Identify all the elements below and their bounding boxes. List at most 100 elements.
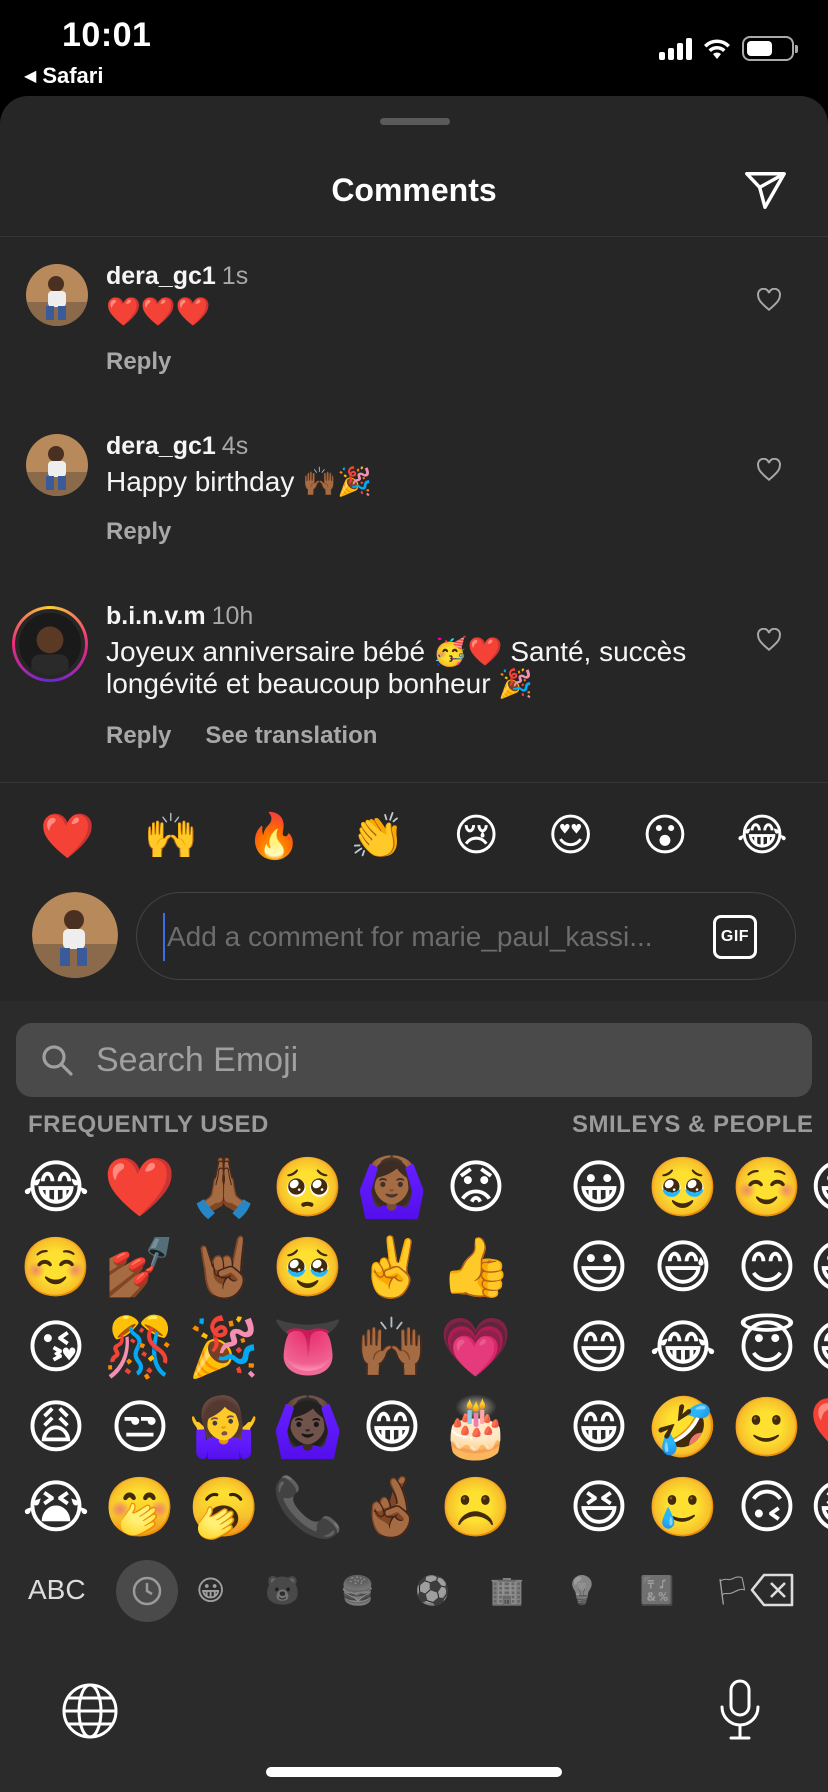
emoji-key[interactable]: 😃	[809, 1228, 828, 1308]
emoji-key[interactable]: 😃	[557, 1228, 641, 1308]
emoji-key[interactable]: 😅	[641, 1228, 725, 1308]
animals-category-icon[interactable]: 🐻	[265, 1574, 300, 1607]
category-icons: 😀 🐻 🍔 ⚽ 🏢 💡 🔣 🏳	[196, 1574, 750, 1607]
emoji-key[interactable]: 👅	[266, 1308, 350, 1388]
story-avatar[interactable]	[12, 606, 88, 682]
emoji-key[interactable]: 😄	[809, 1308, 828, 1388]
emoji-key[interactable]: 🤣	[641, 1388, 725, 1468]
emoji-key[interactable]: 🙃	[725, 1468, 809, 1548]
reaction-raised-hands[interactable]: 🙌	[144, 810, 199, 862]
emoji-key[interactable]: ☹️	[434, 1468, 518, 1548]
comment-text: Joyeux anniversaire bébé 🥳❤️ Santé, succ…	[106, 636, 687, 699]
see-translation-button[interactable]: See translation	[205, 722, 377, 750]
reply-button[interactable]: Reply	[106, 348, 171, 376]
emoji-key[interactable]: 🤘🏾	[182, 1228, 266, 1308]
reaction-heart-eyes[interactable]: 😍	[548, 810, 594, 862]
emoji-key[interactable]: 🎂	[434, 1388, 518, 1468]
globe-icon[interactable]	[60, 1681, 120, 1741]
comments-sheet: Comments dera_gc1 1s ❤️❤️❤️ Reply dera_gc…	[0, 96, 828, 1001]
emoji-key[interactable]: ❤️	[98, 1148, 182, 1228]
emoji-key[interactable]: 😀	[557, 1148, 641, 1228]
emoji-key[interactable]: 😊	[725, 1228, 809, 1308]
emoji-key[interactable]: 😂	[14, 1148, 98, 1228]
delete-backspace-icon[interactable]	[750, 1572, 796, 1608]
emoji-key[interactable]: 😘	[14, 1308, 98, 1388]
reaction-cry[interactable]: 😢	[453, 810, 499, 862]
emoji-key[interactable]: 🙆🏿‍♀️	[266, 1388, 350, 1468]
emoji-key[interactable]: 😩	[14, 1388, 98, 1468]
emoji-key[interactable]: 💗	[434, 1308, 518, 1388]
comment-input-pill: GIF	[136, 892, 796, 980]
emoji-key[interactable]: 🤷‍♀️	[182, 1388, 266, 1468]
gif-button[interactable]: GIF	[713, 915, 757, 959]
emoji-key[interactable]: 😭	[14, 1468, 98, 1548]
sheet-title: Comments	[331, 172, 497, 208]
status-bar: 10:01 ◀ Safari	[0, 0, 828, 96]
share-send-icon[interactable]	[742, 168, 788, 214]
comment-input[interactable]	[163, 913, 683, 961]
back-to-app-button[interactable]: ◀ Safari	[24, 63, 103, 89]
emoji-key[interactable]: 😇	[725, 1308, 809, 1388]
emoji-key[interactable]: 🎊	[98, 1308, 182, 1388]
smileys-category-icon[interactable]: 😀	[196, 1574, 225, 1607]
emoji-key[interactable]: 🙏🏾	[182, 1148, 266, 1228]
emoji-key[interactable]: 🙌🏾	[350, 1308, 434, 1388]
emoji-key[interactable]: 😆	[809, 1468, 828, 1548]
sheet-grabber[interactable]	[380, 118, 450, 125]
emoji-key[interactable]: ❤️	[809, 1388, 828, 1468]
emoji-key[interactable]: 👍	[434, 1228, 518, 1308]
emoji-key[interactable]: 😟	[434, 1148, 518, 1228]
emoji-key[interactable]: ✌️	[350, 1228, 434, 1308]
comment-username[interactable]: dera_gc1	[106, 432, 216, 460]
emoji-key[interactable]: 🙆🏾‍♀️	[350, 1148, 434, 1228]
emoji-key[interactable]: 😒	[98, 1388, 182, 1468]
reaction-laugh[interactable]: 😂	[736, 810, 787, 862]
emoji-key[interactable]: 🥹	[641, 1148, 725, 1228]
emoji-key[interactable]: 💅🏾	[98, 1228, 182, 1308]
reaction-heart[interactable]: ❤️	[40, 810, 95, 862]
comment-username[interactable]: b.i.n.v.m	[106, 602, 206, 630]
emoji-key[interactable]: 🤭	[98, 1468, 182, 1548]
reaction-clap[interactable]: 👏	[350, 810, 405, 862]
microphone-icon[interactable]	[718, 1679, 762, 1741]
emoji-key[interactable]: 🙂	[725, 1388, 809, 1468]
objects-category-icon[interactable]: 💡	[565, 1574, 600, 1607]
emoji-key[interactable]: 😁	[350, 1388, 434, 1468]
activity-category-icon[interactable]: ⚽	[415, 1574, 450, 1607]
comment-username[interactable]: dera_gc1	[106, 262, 216, 290]
recents-category-button[interactable]	[116, 1560, 178, 1622]
like-heart-icon[interactable]	[756, 458, 782, 482]
emoji-key[interactable]: ☺️	[725, 1148, 809, 1228]
reaction-fire[interactable]: 🔥	[247, 810, 302, 862]
emoji-search-field[interactable]: Search Emoji	[16, 1023, 812, 1097]
comment-time: 1s	[221, 262, 249, 290]
symbols-category-icon[interactable]: 🔣	[640, 1574, 675, 1607]
food-category-icon[interactable]: 🍔	[340, 1574, 375, 1607]
home-indicator[interactable]	[266, 1767, 562, 1777]
emoji-key[interactable]: 🥹	[266, 1228, 350, 1308]
my-avatar	[32, 892, 118, 978]
flags-category-icon[interactable]: 🏳	[714, 1574, 750, 1607]
avatar[interactable]	[26, 264, 88, 326]
reaction-wow[interactable]: 😮	[642, 810, 688, 862]
emoji-key[interactable]: 🤞🏾	[350, 1468, 434, 1548]
emoji-key[interactable]: 😀	[809, 1148, 828, 1228]
emoji-key[interactable]: 😆	[557, 1468, 641, 1548]
like-heart-icon[interactable]	[756, 628, 782, 652]
travel-category-icon[interactable]: 🏢	[490, 1574, 525, 1607]
abc-key[interactable]: ABC	[28, 1574, 86, 1606]
reply-button[interactable]: Reply	[106, 722, 171, 750]
like-heart-icon[interactable]	[756, 288, 782, 312]
emoji-key[interactable]: 🥲	[641, 1468, 725, 1548]
emoji-key[interactable]: 😂	[641, 1308, 725, 1388]
emoji-key[interactable]: ☺️	[14, 1228, 98, 1308]
emoji-key[interactable]: 🎉	[182, 1308, 266, 1388]
emoji-key[interactable]: 🥱	[182, 1468, 266, 1548]
comment-text: Happy birthday 🙌🏾🎉	[106, 466, 372, 497]
emoji-key[interactable]: 📞	[266, 1468, 350, 1548]
reply-button[interactable]: Reply	[106, 518, 171, 546]
emoji-key[interactable]: 🥺	[266, 1148, 350, 1228]
avatar[interactable]	[26, 434, 88, 496]
emoji-key[interactable]: 😄	[557, 1308, 641, 1388]
emoji-key[interactable]: 😁	[557, 1388, 641, 1468]
